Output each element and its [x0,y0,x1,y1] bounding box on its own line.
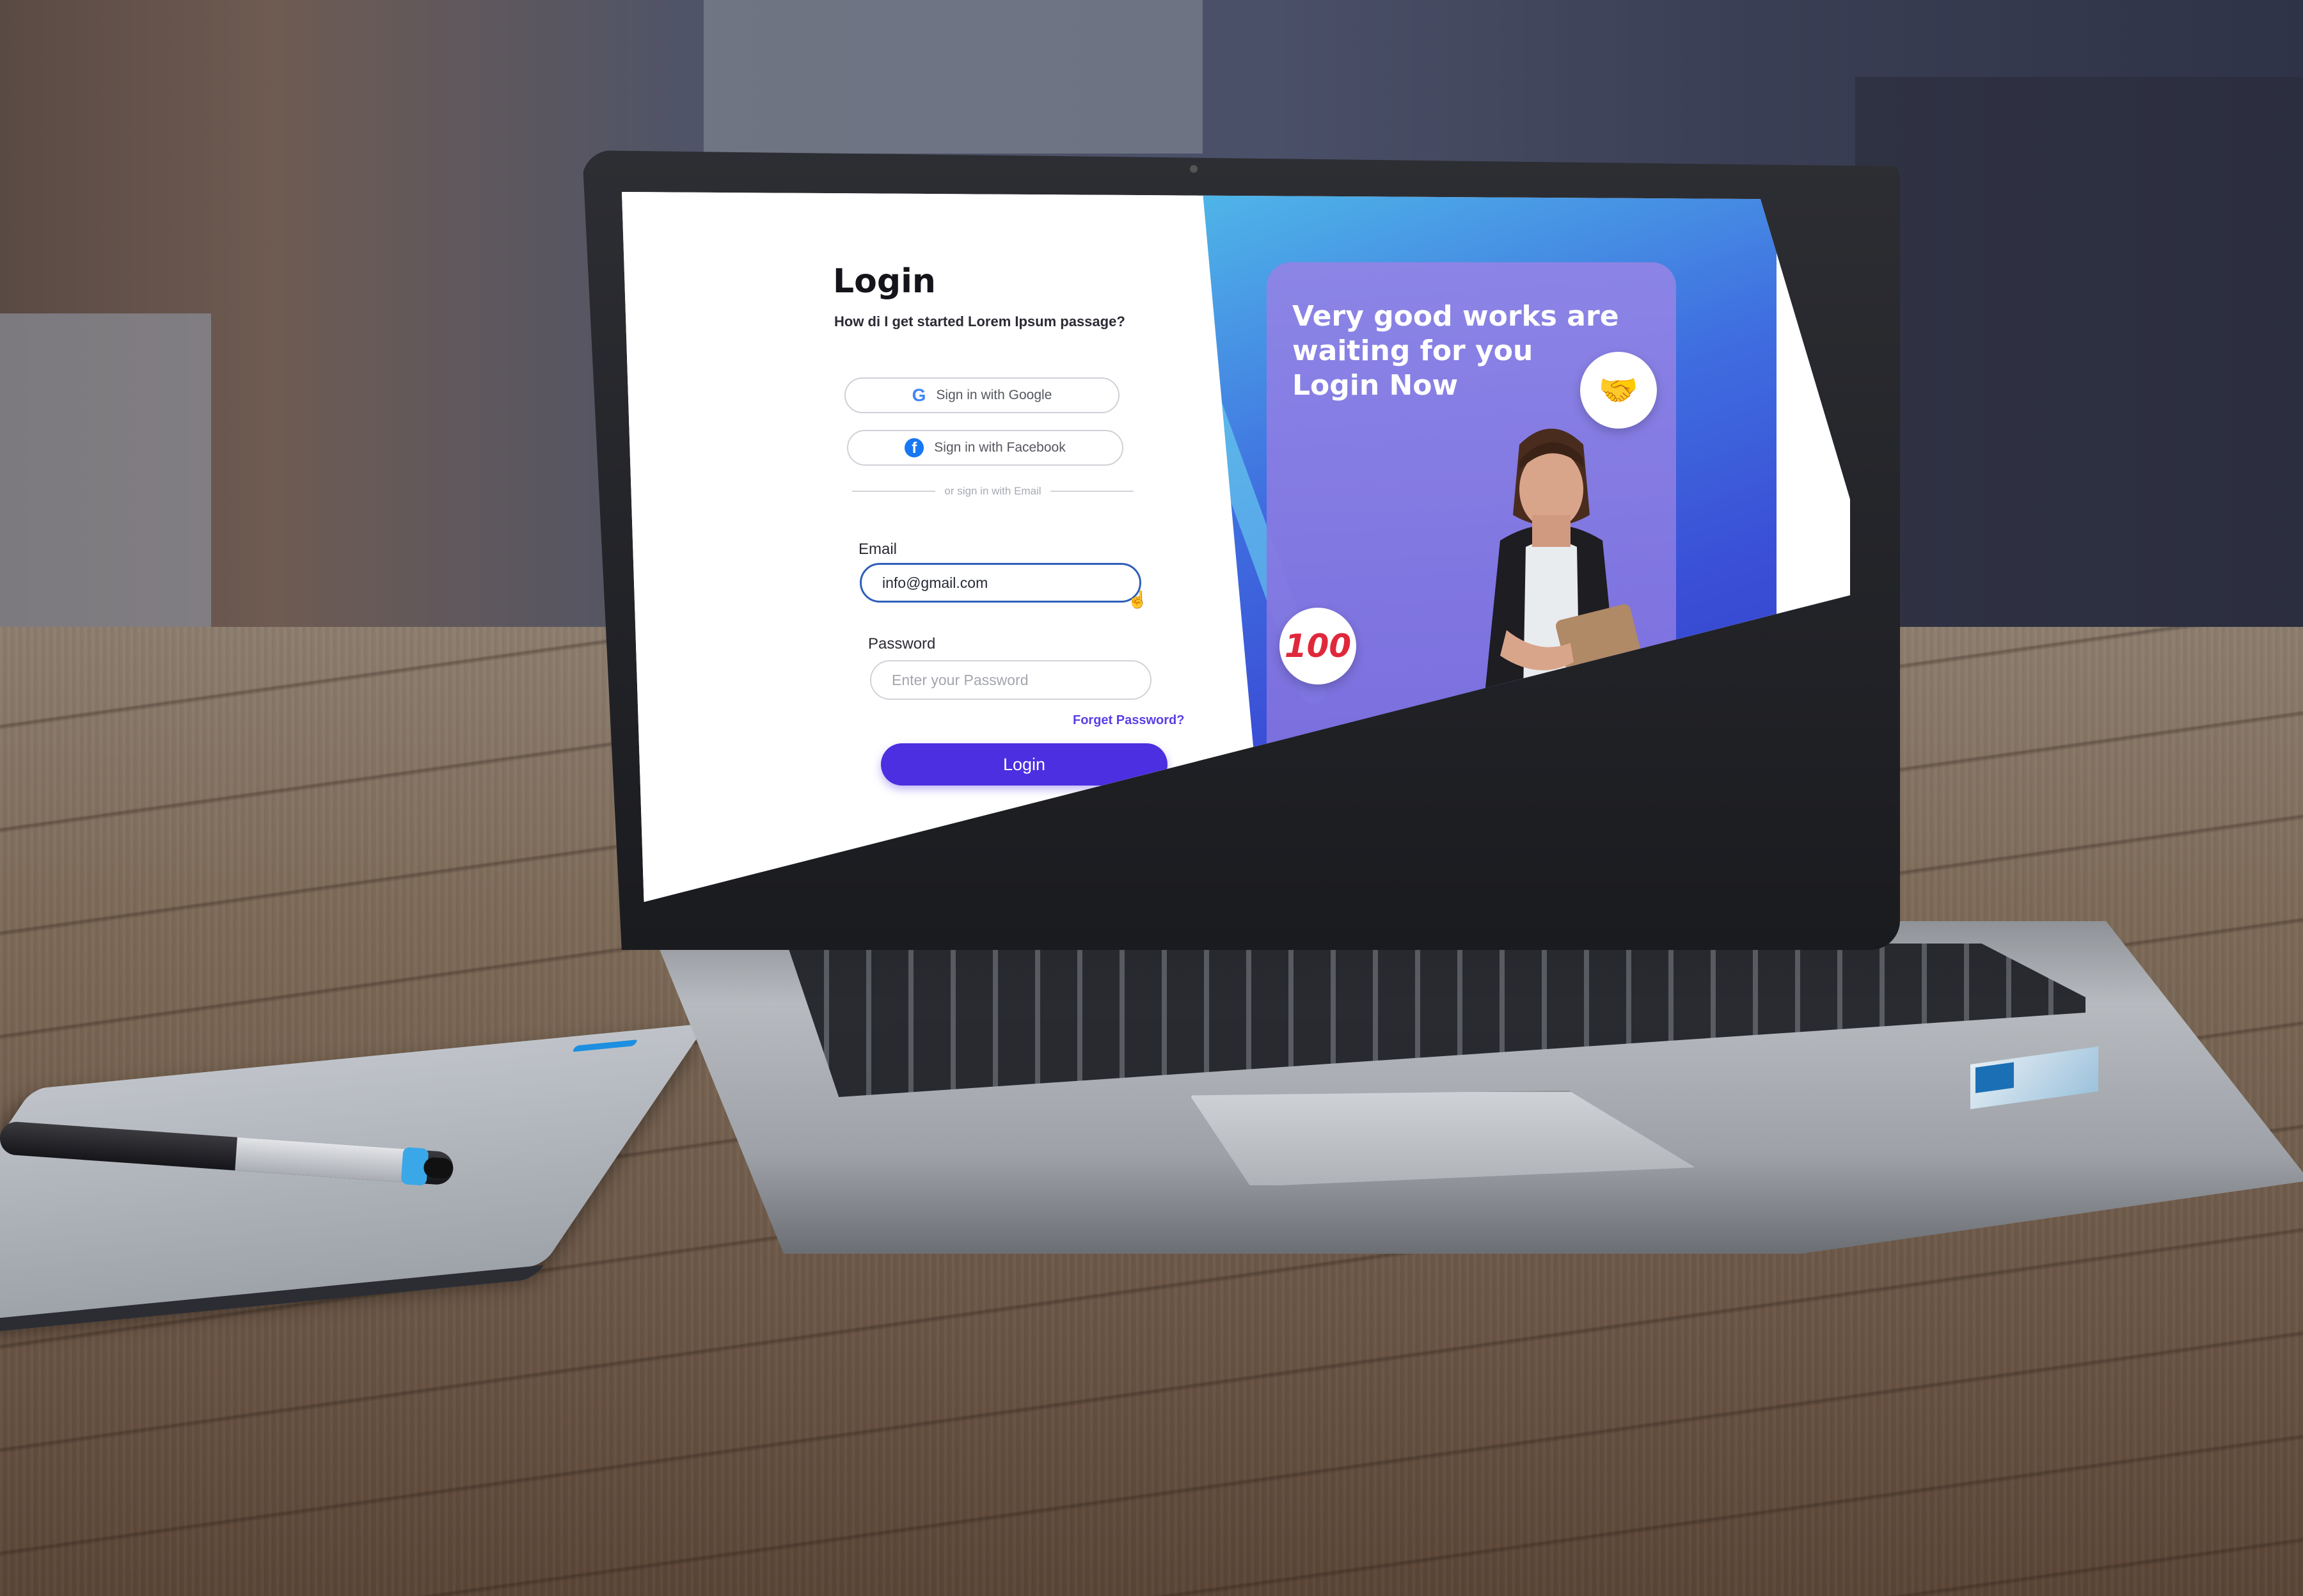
facebook-signin-label: Sign in with Facebook [934,440,1066,455]
sticker-logo [1975,1062,2014,1093]
facebook-icon: f [905,438,924,457]
pen-tip [423,1157,454,1180]
divider-line [1050,491,1134,492]
webcam [1190,165,1198,173]
divider-line [852,491,936,492]
bookshelf [1855,77,2303,640]
login-title: Login [833,262,936,301]
wall-panel [704,0,1203,154]
pointer-cursor-icon: ☝ [1127,590,1148,609]
email-divider: or sign in with Email [852,485,1134,498]
email-label: Email [859,541,898,558]
login-subtitle: How di I get started Lorem Ipsum passage… [834,313,1125,329]
forgot-password-link[interactable]: Forget Password? [1073,713,1184,728]
password-input[interactable] [870,660,1152,700]
google-icon: G [912,385,926,405]
tablet-led [571,1039,638,1052]
google-signin-button[interactable]: G Sign in with Google [844,377,1120,413]
facebook-signin-button[interactable]: f Sign in with Facebook [847,430,1123,466]
google-signin-label: Sign in with Google [936,388,1052,402]
wall-panel [0,313,211,646]
password-label: Password [868,635,936,652]
email-input[interactable] [860,563,1141,603]
login-button[interactable]: Login [881,743,1167,786]
hundred-points-icon: 100 [1279,608,1356,684]
divider-text: or sign in with Email [944,485,1041,497]
hero-title: Very good works are waiting for you Logi… [1292,300,1619,402]
